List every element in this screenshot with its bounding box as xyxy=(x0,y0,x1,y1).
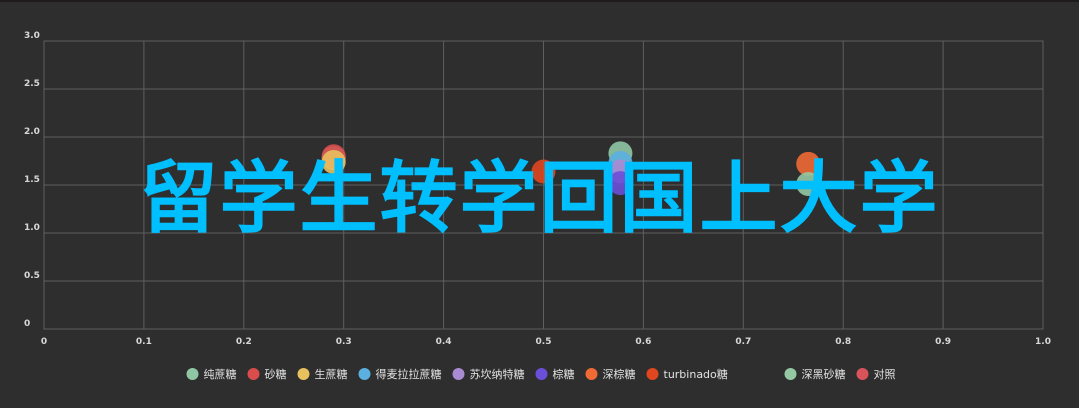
x-tick-label: 0.7 xyxy=(735,337,751,347)
x-tick-label: 0 xyxy=(41,337,47,347)
watermark-overlay-text: 留学生转学回国上大学 xyxy=(139,154,940,244)
x-tick-label: 0.1 xyxy=(136,337,152,347)
legend-label: 深黑砂糖 xyxy=(802,367,846,381)
legend-label: 纯蔗糖 xyxy=(204,367,237,381)
legend-marker xyxy=(535,368,548,380)
legend-marker xyxy=(585,368,598,380)
x-tick-label: 0.2 xyxy=(236,337,252,347)
legend-label: 砂糖 xyxy=(265,367,287,381)
legend-label: 对照 xyxy=(874,367,896,381)
y-tick-label: 3.0 xyxy=(24,31,40,41)
y-tick-label: 2.5 xyxy=(24,79,40,89)
y-tick-label: 0.5 xyxy=(24,271,40,281)
x-tick-label: 1.0 xyxy=(1035,337,1051,347)
legend-marker xyxy=(186,368,199,380)
legend-label: 得麦拉拉蔗糖 xyxy=(376,367,442,381)
legend-marker xyxy=(452,368,465,380)
legend-label: 深棕糖 xyxy=(603,367,636,381)
legend-marker xyxy=(856,368,869,380)
x-tick-label: 0.3 xyxy=(336,337,352,347)
legend-label: turbinado糖 xyxy=(664,367,728,381)
legend-marker xyxy=(297,368,310,380)
legend-marker xyxy=(784,368,797,380)
legend-marker xyxy=(358,368,371,380)
legend-label: 生蔗糖 xyxy=(315,367,348,381)
legend-marker xyxy=(646,368,659,380)
legend-marker xyxy=(247,368,260,380)
x-tick-label: 0.4 xyxy=(436,337,452,347)
legend-label: 棕糖 xyxy=(553,367,575,381)
legend: 纯蔗糖 砂糖 生蔗糖 得麦拉拉蔗糖 苏坎纳特糖 棕糖 深棕糖 turbinado糖 深黑砂糖 对照 xyxy=(186,367,896,381)
x-tick-label: 0.8 xyxy=(835,337,851,347)
x-tick-label: 0.9 xyxy=(935,337,951,347)
legend-label: 苏坎纳特糖 xyxy=(470,367,525,381)
x-tick-label: 0.5 xyxy=(536,337,552,347)
x-tick-label: 0.6 xyxy=(635,337,651,347)
y-tick-label: 2.0 xyxy=(24,127,40,137)
y-tick-label: 0 xyxy=(24,319,30,329)
